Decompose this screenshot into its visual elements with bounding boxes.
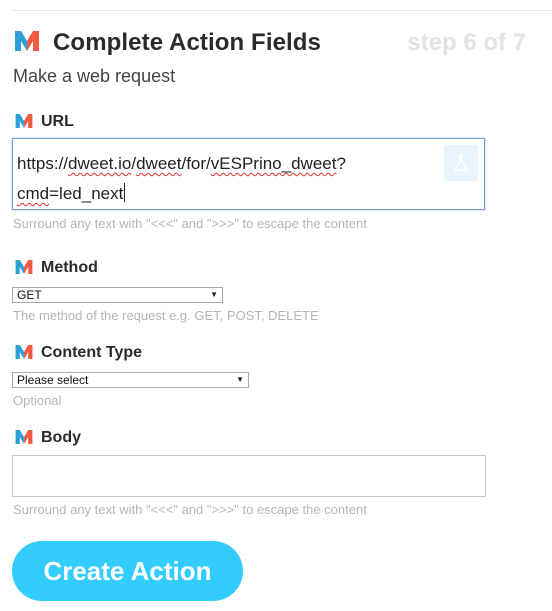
- create-action-button[interactable]: Create Action: [12, 541, 243, 601]
- method-label-text: Method: [41, 259, 98, 276]
- top-divider: [12, 10, 552, 11]
- maker-m-icon: [15, 345, 33, 360]
- method-label: Method: [15, 259, 98, 279]
- url-text-segment: /for/: [181, 154, 211, 173]
- add-ingredient-button[interactable]: [444, 145, 478, 181]
- maker-m-icon: [15, 260, 33, 275]
- content-type-label: Content Type: [15, 344, 142, 364]
- page-title: Complete Action Fields: [53, 29, 322, 56]
- url-label: URL: [15, 113, 74, 133]
- text-caret: [124, 183, 126, 202]
- url-input[interactable]: https://dweet.io/dweet/for/vESPrino_dwee…: [12, 138, 485, 210]
- url-text-segment: https://: [17, 154, 69, 173]
- dropdown-arrow-icon: ▼: [210, 290, 218, 299]
- body-label-text: Body: [41, 429, 81, 446]
- content-type-select[interactable]: Please select ▼: [12, 372, 249, 388]
- maker-m-icon: [15, 114, 33, 129]
- body-hint: Surround any text with "<<<" and ">>>" t…: [13, 502, 367, 517]
- content-type-label-text: Content Type: [41, 344, 143, 361]
- page-header: Complete Action Fields step 6 of 7: [15, 28, 535, 58]
- flask-icon: [454, 154, 468, 171]
- body-input[interactable]: [12, 455, 486, 497]
- body-label: Body: [15, 429, 81, 449]
- step-indicator: step 6 of 7: [407, 29, 526, 56]
- url-label-text: URL: [41, 113, 74, 130]
- action-subtitle: Make a web request: [13, 66, 176, 86]
- method-selected-value: GET: [17, 288, 42, 302]
- method-select[interactable]: GET ▼: [12, 287, 223, 303]
- url-text-segment: vESPrino_dweet: [210, 154, 337, 173]
- url-text-segment: =led_next: [49, 184, 124, 203]
- dropdown-arrow-icon: ▼: [236, 375, 244, 384]
- url-value[interactable]: https://dweet.io/dweet/for/vESPrino_dwee…: [17, 149, 447, 209]
- maker-m-icon: [15, 430, 33, 445]
- url-text-segment: cmd: [17, 184, 50, 203]
- url-text-segment: dweet: [136, 154, 182, 173]
- content-type-hint: Optional: [13, 393, 62, 408]
- url-text-segment: dweet.io: [68, 154, 132, 173]
- maker-m-icon: [15, 31, 39, 51]
- url-text-segment: ?: [336, 154, 346, 173]
- url-hint: Surround any text with "<<<" and ">>>" t…: [13, 216, 367, 231]
- method-hint: The method of the request e.g. GET, POST…: [13, 308, 319, 323]
- content-type-selected-value: Please select: [17, 373, 89, 387]
